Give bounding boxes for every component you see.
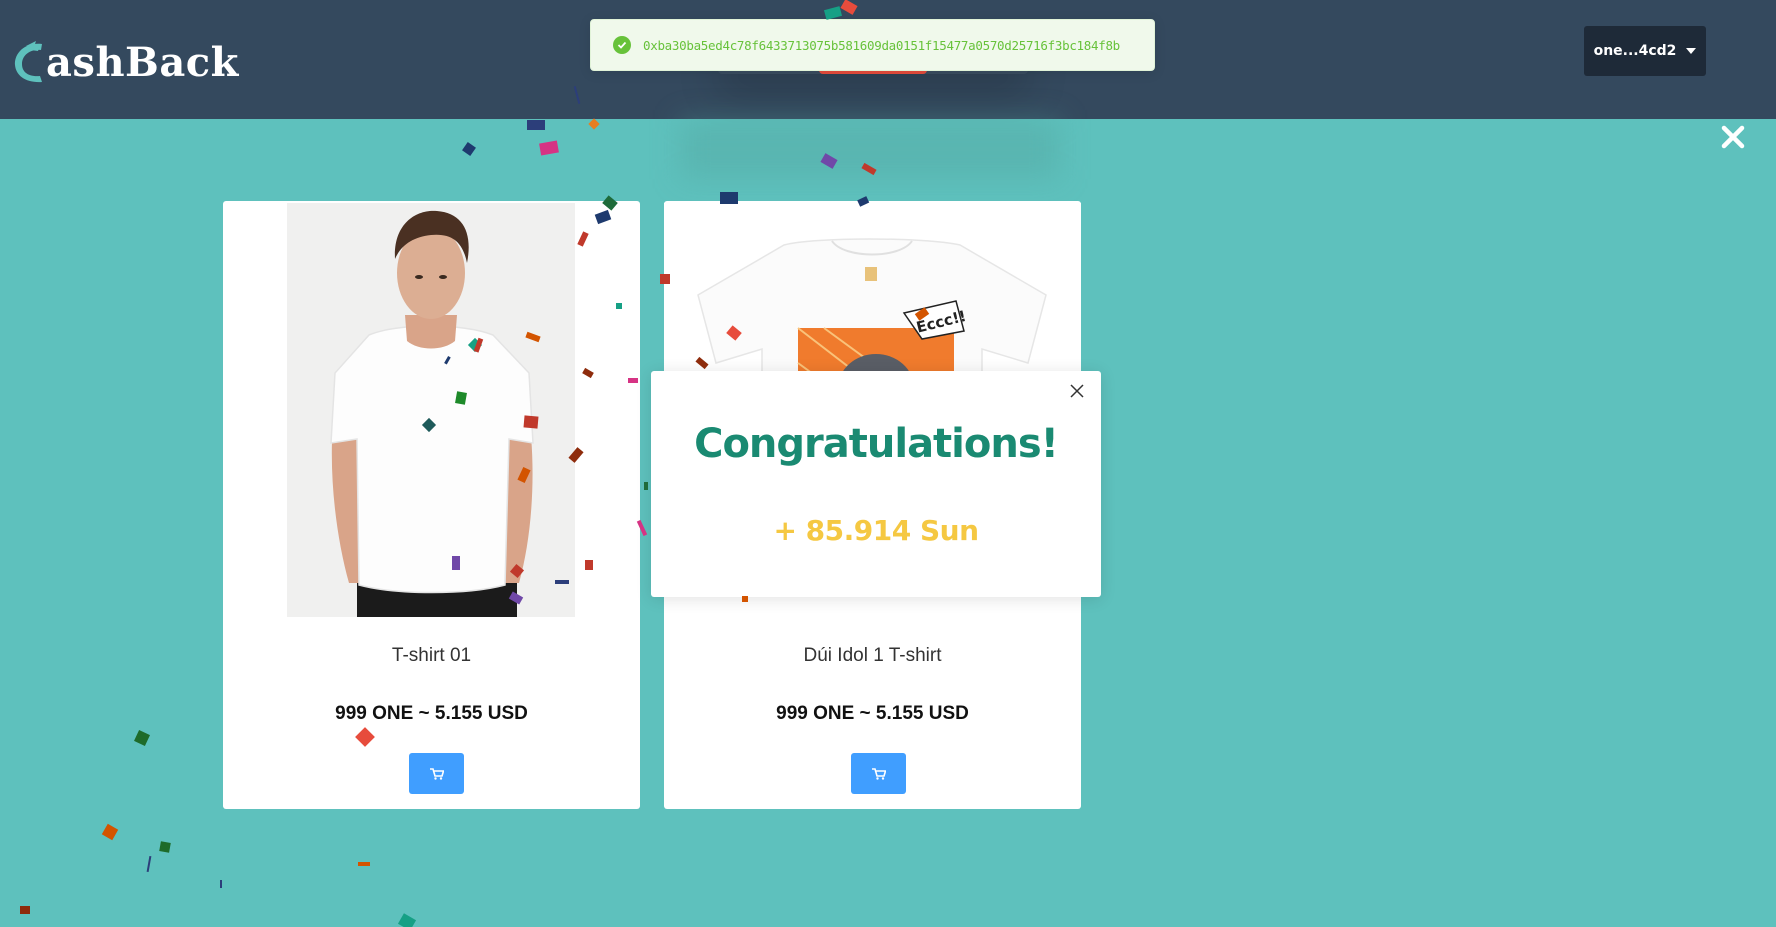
product-card: T-shirt 01 999 ONE ~ 5.155 USD <box>223 201 640 809</box>
logo-text: ashBack <box>46 39 239 86</box>
logo[interactable]: ashBack <box>12 38 239 88</box>
caret-down-icon <box>1686 48 1697 54</box>
wallet-dropdown-button[interactable]: one...4cd2 <box>1584 26 1706 76</box>
cashback-c-logo-icon <box>14 41 42 83</box>
product-image[interactable] <box>287 203 575 617</box>
wallet-address: one...4cd2 <box>1593 43 1677 59</box>
cart-icon <box>429 767 444 780</box>
dropdown-shadow <box>680 119 1060 179</box>
cart-icon <box>871 767 886 780</box>
close-icon[interactable] <box>1069 383 1085 399</box>
congratulations-modal: Congratulations! + 85.914 Sun <box>651 371 1101 597</box>
add-to-cart-button[interactable] <box>409 753 464 794</box>
product-price: 999 ONE ~ 5.155 USD <box>335 703 528 724</box>
man-tshirt-image <box>287 203 575 617</box>
reward-amount: + 85.914 Sun <box>773 514 979 547</box>
product-title[interactable]: Dúi Idol 1 T-shirt <box>664 645 1081 667</box>
success-toast: 0xba30ba5ed4c78f6433713075b581609da0151f… <box>590 19 1155 71</box>
check-circle-icon <box>613 36 631 54</box>
modal-title: Congratulations! <box>694 421 1059 467</box>
product-title[interactable]: T-shirt 01 <box>223 645 640 667</box>
product-price: 999 ONE ~ 5.155 USD <box>776 703 969 724</box>
add-to-cart-button[interactable] <box>851 753 906 794</box>
toast-message: 0xba30ba5ed4c78f6433713075b581609da0151f… <box>643 37 1120 53</box>
close-x-icon[interactable] <box>1720 124 1746 150</box>
